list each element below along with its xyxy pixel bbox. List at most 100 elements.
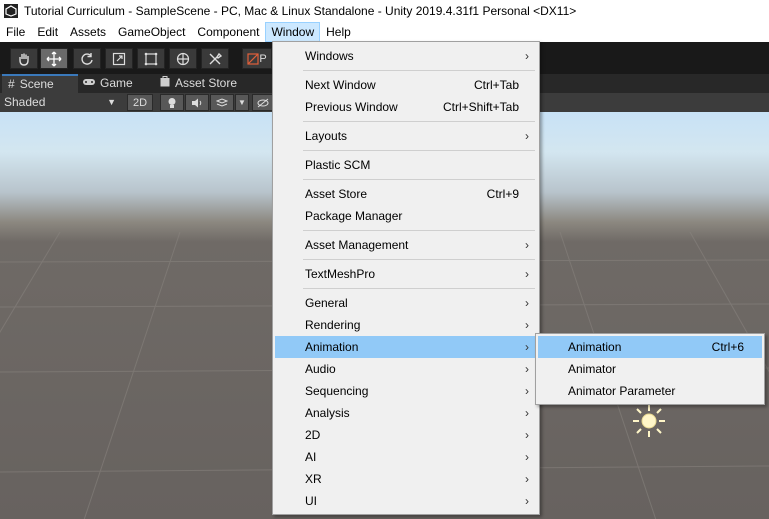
chevron-down-icon: ▼	[238, 98, 246, 107]
menu-item-analysis[interactable]: Analysis ›	[275, 402, 537, 424]
menu-item-label: UI	[305, 494, 317, 508]
tab-asset-store-label: Asset Store	[175, 76, 238, 90]
menu-item-label: TextMeshPro	[305, 267, 376, 281]
move-icon	[46, 51, 62, 66]
menu-item-2d[interactable]: 2D ›	[275, 424, 537, 446]
menu-item-asset-management[interactable]: Asset Management ›	[275, 234, 537, 256]
window-title: Tutorial Curriculum - SampleScene - PC, …	[24, 4, 577, 18]
menu-item-ui[interactable]: UI ›	[275, 490, 537, 512]
menu-item-label: Rendering	[305, 318, 361, 332]
menu-item-label: Layouts	[305, 129, 348, 143]
hand-tool-button[interactable]	[10, 48, 38, 69]
chevron-right-icon: ›	[525, 384, 529, 398]
gamepad-icon	[82, 74, 96, 93]
shopping-bag-icon	[160, 74, 170, 93]
rect-tool-button[interactable]	[137, 48, 165, 69]
tab-game-label: Game	[100, 76, 133, 90]
menu-file[interactable]: File	[0, 22, 31, 42]
menu-help[interactable]: Help	[320, 22, 357, 42]
menu-item-asset-store[interactable]: Asset Store Ctrl+9	[275, 183, 537, 205]
submenu-item-animator-parameter[interactable]: Animator Parameter	[538, 380, 762, 402]
rotate-icon	[81, 52, 93, 65]
menu-item-rendering[interactable]: Rendering ›	[275, 314, 537, 336]
effects-dropdown-button[interactable]: ▼	[235, 94, 249, 111]
scale-tool-button[interactable]	[105, 48, 133, 69]
scene-visibility-button[interactable]	[252, 94, 274, 111]
menu-item-label: Windows	[305, 49, 354, 63]
menu-item-plastic-scm[interactable]: Plastic SCM	[275, 154, 537, 176]
menu-item-animation[interactable]: Animation ›	[275, 336, 537, 358]
chevron-right-icon: ›	[525, 362, 529, 376]
scale-icon	[112, 52, 126, 65]
tab-game[interactable]: Game	[82, 74, 152, 93]
menu-separator	[303, 121, 535, 122]
submenu-item-animation[interactable]: Animation Ctrl+6	[538, 336, 762, 358]
menu-item-label: Analysis	[305, 406, 350, 420]
menu-item-label: 2D	[305, 428, 321, 442]
lighting-toggle-button[interactable]	[160, 94, 184, 111]
menu-separator	[303, 70, 535, 71]
menu-component[interactable]: Component	[191, 22, 265, 42]
menu-item-previous-window[interactable]: Previous Window Ctrl+Shift+Tab	[275, 96, 537, 118]
pivot-icon	[247, 52, 259, 65]
menu-separator	[303, 259, 535, 260]
move-tool-button[interactable]	[40, 48, 68, 69]
menu-item-label: Audio	[305, 362, 336, 376]
pivot-label: P	[259, 52, 267, 65]
audio-toggle-button[interactable]	[185, 94, 209, 111]
lightbulb-icon	[168, 97, 176, 108]
menu-item-sequencing[interactable]: Sequencing ›	[275, 380, 537, 402]
chevron-right-icon: ›	[525, 472, 529, 486]
menu-item-package-manager[interactable]: Package Manager	[275, 205, 537, 227]
menu-item-label: Sequencing	[305, 384, 369, 398]
chevron-right-icon: ›	[525, 450, 529, 464]
menu-separator	[303, 150, 535, 151]
menu-item-label: AI	[305, 450, 317, 464]
menu-gameobject[interactable]: GameObject	[112, 22, 191, 42]
menu-item-label: Plastic SCM	[305, 158, 371, 172]
menu-item-shortcut: Ctrl+6	[711, 340, 744, 354]
eye-slash-icon	[257, 98, 269, 107]
menu-window[interactable]: Window	[265, 22, 321, 42]
hand-icon	[19, 53, 29, 66]
menu-item-ai[interactable]: AI ›	[275, 446, 537, 468]
2d-toggle-button[interactable]: 2D	[127, 94, 153, 111]
chevron-right-icon: ›	[525, 494, 529, 508]
menu-item-label: Animation	[568, 340, 622, 354]
menu-assets[interactable]: Assets	[64, 22, 112, 42]
chevron-right-icon: ›	[525, 238, 529, 252]
tab-scene[interactable]: # Scene	[2, 74, 78, 93]
grid-icon: #	[8, 77, 15, 91]
pivot-toggle-button[interactable]: P	[242, 48, 272, 69]
tab-scene-label: Scene	[19, 77, 54, 91]
submenu-item-animator[interactable]: Animator	[538, 358, 762, 380]
menu-edit[interactable]: Edit	[31, 22, 64, 42]
menu-item-xr[interactable]: XR ›	[275, 468, 537, 490]
dropdown-arrow-icon: ▼	[107, 97, 116, 107]
unity-logo-icon	[4, 4, 18, 18]
tab-asset-store[interactable]: Asset Store	[160, 74, 260, 93]
effects-toggle-button[interactable]	[210, 94, 234, 111]
rotate-tool-button[interactable]	[73, 48, 101, 69]
menu-separator	[303, 230, 535, 231]
menu-item-windows[interactable]: Windows ›	[275, 45, 537, 67]
menu-item-next-window[interactable]: Next Window Ctrl+Tab	[275, 74, 537, 96]
menu-item-layouts[interactable]: Layouts ›	[275, 125, 537, 147]
menu-item-audio[interactable]: Audio ›	[275, 358, 537, 380]
shading-mode-dropdown[interactable]: Shaded ▼	[0, 93, 122, 112]
chevron-right-icon: ›	[525, 340, 529, 354]
layers-icon	[216, 97, 228, 107]
rect-tool-icon	[144, 52, 158, 65]
chevron-right-icon: ›	[525, 428, 529, 442]
transform-tool-button[interactable]	[169, 48, 197, 69]
window-menu-dropdown: Windows › Next Window Ctrl+Tab Previous …	[272, 41, 540, 515]
directional-light-gizmo[interactable]	[632, 404, 666, 438]
chevron-right-icon: ›	[525, 296, 529, 310]
custom-tool-button[interactable]	[201, 48, 229, 69]
menu-item-label: Animator	[568, 362, 617, 376]
animation-submenu: Animation Ctrl+6 Animator Animator Param…	[535, 333, 765, 405]
menu-item-textmeshpro[interactable]: TextMeshPro ›	[275, 263, 537, 285]
menu-item-label: Animator Parameter	[568, 384, 676, 398]
menu-item-general[interactable]: General ›	[275, 292, 537, 314]
tools-icon	[209, 52, 222, 64]
